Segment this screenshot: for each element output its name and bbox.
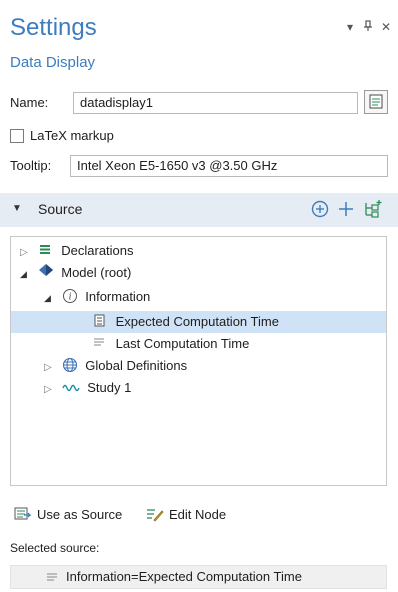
plus-icon[interactable] [336, 199, 356, 219]
tree-item-label: Expected Computation Time [115, 314, 279, 329]
text-lines-icon [47, 573, 57, 580]
tooltip-field[interactable]: Intel Xeon E5-1650 v3 @3.50 GHz [70, 155, 388, 177]
model-icon [38, 262, 58, 284]
tree-item-study-1[interactable]: ▷ Study 1 [44, 377, 131, 399]
use-as-source-label: Use as Source [37, 506, 123, 522]
tree-item-global-definitions[interactable]: ▷ Global Definitions [44, 355, 187, 377]
selected-source-value-row: Information=Expected Computation Time [46, 569, 302, 584]
tree-item-label: Information [85, 289, 151, 304]
edit-node-button[interactable]: Edit Node [146, 506, 226, 522]
tooltip-label: Tooltip: [10, 158, 52, 173]
pin-icon[interactable] [362, 20, 374, 35]
list-icon [38, 240, 58, 262]
close-icon[interactable]: ✕ [380, 20, 392, 35]
selected-source-label: Selected source: [10, 541, 100, 555]
tree-item-declarations[interactable]: ▷ Declarations [20, 240, 134, 262]
text-lines-icon [92, 333, 112, 355]
tree-add-icon[interactable] [362, 199, 384, 219]
globe-icon [62, 355, 82, 377]
source-tools [310, 199, 384, 219]
name-options-button[interactable] [364, 90, 388, 114]
selected-source-value: Information=Expected Computation Time [66, 569, 302, 584]
document-icon [369, 94, 383, 109]
latex-label: LaTeX markup [30, 128, 114, 143]
expand-arrow-icon[interactable]: ▷ [44, 379, 58, 401]
tree-item-label: Declarations [61, 243, 134, 258]
collapse-arrow-icon[interactable]: ▼ [12, 203, 22, 214]
edit-icon [147, 509, 164, 522]
latex-checkbox[interactable] [10, 129, 24, 143]
tree-item-label: Model (root) [61, 265, 132, 280]
collapse-arrow-icon[interactable]: ◢ [44, 287, 58, 309]
panel-title: Settings [10, 14, 97, 41]
name-field[interactable]: datadisplay1 [73, 92, 358, 114]
tree-item-label: Global Definitions [85, 358, 188, 373]
info-icon: i [62, 286, 82, 308]
use-source-icon [14, 507, 32, 520]
expand-arrow-icon[interactable]: ▷ [20, 242, 34, 264]
use-as-source-button[interactable]: Use as Source [14, 506, 122, 522]
tree-item-label: Study 1 [87, 380, 132, 395]
tree-item-label: Last Computation Time [115, 336, 250, 351]
edit-node-label: Edit Node [169, 506, 227, 522]
tree-item-model[interactable]: ◢ Model (root) [20, 262, 131, 284]
add-circle-icon[interactable] [310, 199, 330, 219]
svg-text:i: i [68, 292, 71, 303]
tree-item-expected-computation-time[interactable]: Expected Computation Time [92, 311, 279, 333]
source-section-title: Source [38, 201, 83, 217]
study-icon [61, 377, 84, 399]
window-controls: ▾ ✕ [344, 20, 392, 35]
panel-subtitle: Data Display [10, 54, 96, 71]
expand-arrow-icon[interactable]: ▷ [44, 357, 58, 379]
tree-item-last-computation-time[interactable]: Last Computation Time [92, 333, 249, 355]
chevron-down-icon[interactable]: ▾ [344, 20, 356, 35]
document-icon [92, 311, 112, 333]
tree-item-information[interactable]: ◢ i Information [44, 286, 150, 308]
collapse-arrow-icon[interactable]: ◢ [20, 263, 34, 285]
name-label: Name: [10, 95, 49, 110]
